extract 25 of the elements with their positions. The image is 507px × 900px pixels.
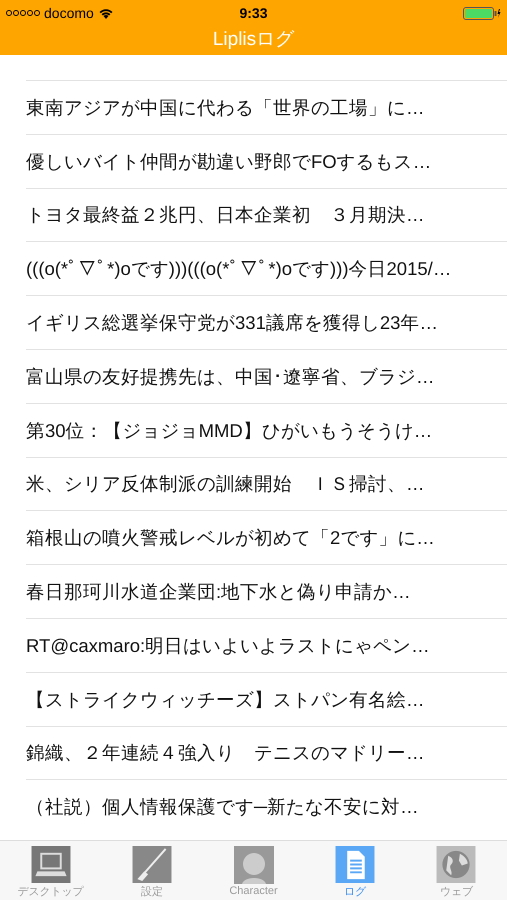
log-entry[interactable]: 優しいバイト仲間が勘違い野郎でFOするもス… [26, 134, 507, 188]
document-icon [334, 846, 375, 883]
clock-time: 9:33 [239, 5, 268, 21]
nav-title: Liplisログ [212, 28, 296, 52]
log-entry[interactable]: 米、シリア反体制派の訓練開始 ＩＳ掃討、… [26, 456, 507, 510]
character-icon [234, 846, 274, 884]
brush-icon [132, 846, 172, 883]
log-entry[interactable]: 第30位：【ジョジョMMD】ひがいもうそうけ… [26, 402, 507, 457]
log-entry[interactable]: (((o(*ﾟ▽ﾟ*)oです)))(((o(*ﾟ▽ﾟ*)oです)))今日2015/… [26, 241, 507, 296]
signal-icon [6, 10, 40, 16]
log-entry[interactable]: 富山県の友好提携先は、中国･遼寧省、ブラジ… [26, 348, 507, 403]
laptop-icon [30, 846, 71, 883]
globe-icon [436, 846, 476, 883]
battery-icon [463, 6, 501, 20]
log-entry[interactable]: RT@caxmaro:明日はいよいよラストにゃペン… [26, 618, 507, 672]
log-entry[interactable]: （社説）個人情報保護です─新たな不安に対… [26, 779, 507, 834]
log-entry[interactable]: 【ストライクウィッチーズ】ストパン有名絵… [26, 672, 507, 726]
carrier-name: docomo [44, 5, 94, 21]
log-entry[interactable]: 錦織、２年連続４強入り テニスのマドリー… [26, 726, 507, 780]
log-entry[interactable]: 箱根山の噴火警戒レベルが初めて「2です」に… [26, 510, 507, 564]
wifi-icon [98, 7, 114, 19]
log-entry[interactable]: トヨタ最終益２兆円、日本企業初 ３月期決… [26, 188, 507, 242]
log-entry[interactable]: 春日那珂川水道企業団:地下水と偽り申請か… [26, 564, 507, 618]
log-entry[interactable]: イギリス総選挙保守党が331議席を獲得し23年… [26, 295, 507, 349]
log-entry[interactable]: 東南アジアが中国に代わる「世界の工場」に… [26, 80, 507, 134]
